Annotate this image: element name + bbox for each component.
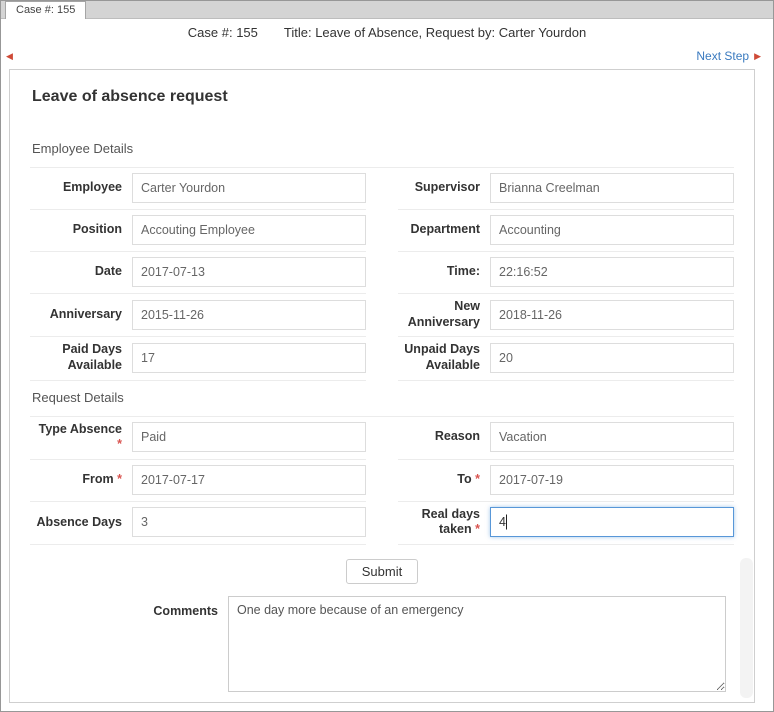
tab-bar: Case #: 155 [1, 1, 773, 19]
to-input[interactable] [490, 465, 734, 495]
section-request-details: Request Details [30, 381, 734, 417]
unpaid-days-input[interactable] [490, 343, 734, 373]
case-title-bar: Case #: 155 Title: Leave of Absence, Req… [1, 19, 773, 45]
time-input[interactable] [490, 257, 734, 287]
field-date-label: Date [30, 264, 132, 280]
field-time: Time: [398, 252, 734, 294]
field-supervisor-label: Supervisor [398, 180, 490, 196]
next-step-icon: ▶ [754, 52, 761, 61]
next-step-link[interactable]: Next Step ▶ [696, 49, 761, 63]
submit-button[interactable]: Submit [346, 559, 418, 584]
absence-days-input[interactable] [132, 507, 366, 537]
field-real-days-taken-label: Real days taken * [398, 507, 490, 538]
date-input[interactable] [132, 257, 366, 287]
field-from-label: From * [30, 472, 132, 488]
tab-case-155[interactable]: Case #: 155 [5, 1, 86, 19]
case-title-label: Title: Leave of Absence, Request by: Car… [284, 25, 586, 40]
supervisor-input[interactable] [490, 173, 734, 203]
field-department: Department [398, 210, 734, 252]
field-paid-days-label: Paid Days Available [30, 342, 132, 373]
field-comments-label: Comments [30, 596, 228, 620]
field-to-label: To * [398, 472, 490, 488]
required-marker: * [475, 472, 480, 486]
previous-step-icon[interactable]: ◀ [6, 52, 13, 61]
next-step-label: Next Step [696, 49, 749, 63]
field-absence-days: Absence Days [30, 502, 366, 545]
field-supervisor: Supervisor [398, 168, 734, 210]
field-date: Date [30, 252, 366, 294]
from-input[interactable] [132, 465, 366, 495]
field-type-absence: Type Absence * [30, 417, 366, 460]
field-reason: Reason [398, 417, 734, 460]
position-input[interactable] [132, 215, 366, 245]
vertical-scrollbar[interactable] [740, 558, 753, 698]
case-window: Case #: 155 Case #: 155 Title: Leave of … [0, 0, 774, 712]
section-employee-details: Employee Details [30, 132, 734, 168]
form-title: Leave of absence request [32, 88, 734, 106]
required-marker: * [475, 522, 480, 536]
field-new-anniversary: New Anniversary [398, 294, 734, 337]
field-unpaid-days-label: Unpaid Days Available [398, 342, 490, 373]
paid-days-input[interactable] [132, 343, 366, 373]
employee-input[interactable] [132, 173, 366, 203]
field-employee-label: Employee [30, 180, 132, 196]
anniversary-input[interactable] [132, 300, 366, 330]
field-anniversary: Anniversary [30, 294, 366, 337]
text-cursor [506, 515, 507, 530]
field-department-label: Department [398, 222, 490, 238]
field-time-label: Time: [398, 264, 490, 280]
field-absence-days-label: Absence Days [30, 515, 132, 531]
nav-row: ◀ Next Step ▶ [1, 45, 773, 67]
field-real-days-taken: Real days taken * [398, 502, 734, 545]
field-anniversary-label: Anniversary [30, 307, 132, 323]
field-position: Position [30, 210, 366, 252]
field-paid-days: Paid Days Available [30, 337, 366, 380]
reason-input[interactable] [490, 422, 734, 452]
field-position-label: Position [30, 222, 132, 238]
comments-textarea[interactable]: One day more because of an emergency [228, 596, 726, 692]
submit-row: Submit [30, 559, 734, 584]
field-comments: Comments One day more because of an emer… [30, 596, 734, 692]
field-reason-label: Reason [398, 429, 490, 445]
real-days-taken-input[interactable] [490, 507, 734, 537]
required-marker: * [117, 472, 122, 486]
field-from: From * [30, 460, 366, 502]
field-unpaid-days: Unpaid Days Available [398, 337, 734, 380]
field-to: To * [398, 460, 734, 502]
field-new-anniversary-label: New Anniversary [398, 299, 490, 330]
department-input[interactable] [490, 215, 734, 245]
new-anniversary-input[interactable] [490, 300, 734, 330]
type-absence-input[interactable] [132, 422, 366, 452]
field-type-absence-label: Type Absence * [30, 422, 132, 453]
case-number-label: Case #: 155 [188, 25, 258, 40]
form-grid: Employee Details Employee Supervisor Pos… [30, 132, 734, 545]
form-panel: Leave of absence request Employee Detail… [9, 69, 755, 703]
field-employee: Employee [30, 168, 366, 210]
required-marker: * [30, 437, 122, 453]
